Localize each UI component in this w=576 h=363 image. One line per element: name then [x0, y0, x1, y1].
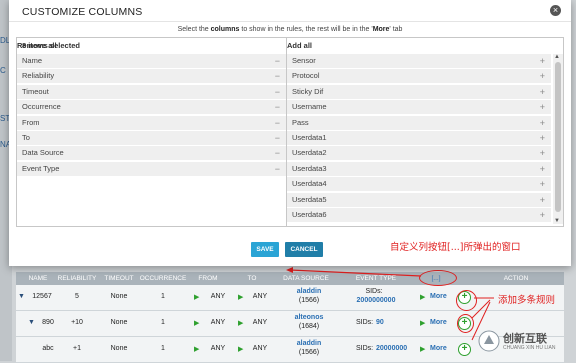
annotation-add-rules: 添加多条规则	[498, 295, 556, 306]
add-icon[interactable]: +	[540, 85, 545, 99]
column-label: Username	[292, 102, 327, 112]
column-label: Reliability	[22, 71, 55, 81]
column-label: Pass	[292, 117, 309, 127]
scrollbar[interactable]: ▲ ▼	[553, 54, 563, 224]
selected-column-item[interactable]: From −	[17, 115, 286, 131]
remove-icon[interactable]: −	[275, 69, 280, 83]
customize-columns-dialog: CUSTOMIZE COLUMNS × Select the columns t…	[9, 0, 571, 266]
available-column-item[interactable]: Sensor +	[287, 54, 551, 69]
dialog-instruction: Select the columns to show in the rules,…	[177, 26, 403, 33]
remove-icon[interactable]: −	[275, 116, 280, 130]
column-label: Userdata1	[292, 133, 327, 142]
watermark-logo: 创新互联 CHUANG XIN HU LIAN	[478, 324, 574, 358]
column-label: Occurrence	[22, 102, 61, 112]
annotation-circle	[456, 290, 477, 311]
available-column-item[interactable]: Sticky Dif +	[287, 84, 551, 100]
remove-icon[interactable]: −	[275, 146, 280, 160]
column-label: Userdata5	[292, 194, 327, 204]
add-icon[interactable]: +	[540, 116, 545, 130]
close-icon[interactable]: ×	[550, 5, 561, 16]
add-icon[interactable]: +	[540, 162, 545, 176]
available-column-item[interactable]: Userdata5 +	[287, 192, 551, 208]
column-label: Userdata4	[292, 179, 327, 189]
watermark-name: 创新互联	[503, 332, 547, 345]
scroll-up-icon[interactable]: ▲	[554, 54, 560, 60]
selected-column-item[interactable]: Timeout −	[17, 84, 286, 100]
column-label: Event Type	[22, 163, 60, 173]
available-column-item[interactable]: Userdata6 +	[287, 208, 551, 223]
add-icon[interactable]: +	[540, 100, 545, 114]
available-column-item[interactable]: Username +	[287, 100, 551, 116]
cancel-button[interactable]: CANCEL	[285, 242, 323, 257]
save-button[interactable]: SAVE	[251, 242, 279, 257]
remove-icon[interactable]: −	[275, 162, 280, 176]
add-icon[interactable]: +	[540, 177, 545, 191]
available-column-item[interactable]: Userdata3 +	[287, 161, 551, 177]
add-icon[interactable]: +	[540, 193, 545, 207]
column-label: From	[22, 117, 40, 127]
selected-column-item[interactable]: Name −	[17, 54, 286, 69]
selected-column-item[interactable]: Occurrence −	[17, 100, 286, 116]
add-icon[interactable]: +	[540, 69, 545, 83]
remove-icon[interactable]: −	[275, 54, 280, 68]
available-columns-panel: Add all Sensor + Protocol + Sticky Dif + Usern…	[286, 37, 564, 227]
scroll-down-icon[interactable]: ▼	[554, 218, 560, 224]
column-label: Sensor	[292, 56, 316, 65]
column-label: Protocol	[292, 71, 320, 81]
add-icon[interactable]: +	[540, 146, 545, 160]
selected-column-item[interactable]: To −	[17, 131, 286, 146]
column-label: Timeout	[22, 86, 49, 96]
dialog-title: CUSTOMIZE COLUMNS	[22, 6, 143, 18]
selected-columns-panel: 8 items selected Remove all Name − Reliabi…	[16, 37, 287, 227]
selected-column-item[interactable]: Data Source −	[17, 146, 286, 162]
add-icon[interactable]: +	[540, 208, 545, 222]
column-label: Userdata3	[292, 163, 327, 173]
annotation-popup-note: 自定义列按钮[...]所弹出的窗口	[390, 242, 521, 253]
column-label: Sticky Dif	[292, 86, 324, 96]
add-icon[interactable]: +	[540, 131, 545, 145]
available-column-item[interactable]: Userdata4 +	[287, 177, 551, 193]
scrollbar-thumb[interactable]	[555, 62, 561, 212]
remove-icon[interactable]: −	[275, 85, 280, 99]
column-label: To	[22, 133, 30, 142]
add-all-button[interactable]: Add all	[287, 38, 557, 54]
column-label: Name	[22, 56, 43, 65]
add-icon[interactable]: +	[540, 54, 545, 68]
selected-column-item[interactable]: Reliability −	[17, 69, 286, 85]
annotation-circle	[457, 314, 474, 333]
available-column-item[interactable]: Userdata1 +	[287, 131, 551, 146]
column-label: Userdata6	[292, 210, 327, 219]
column-label: Data Source	[22, 148, 64, 158]
available-column-item[interactable]: Userdata2 +	[287, 146, 551, 162]
watermark-sub: CHUANG XIN HU LIAN	[503, 345, 556, 351]
divider	[9, 21, 571, 22]
logo-icon	[478, 330, 500, 352]
selected-column-item[interactable]: Event Type −	[17, 161, 286, 177]
available-column-item[interactable]: Pass +	[287, 115, 551, 131]
remove-icon[interactable]: −	[275, 131, 280, 145]
available-column-item[interactable]: Protocol +	[287, 69, 551, 85]
remove-all-button[interactable]: Remove all	[17, 38, 280, 54]
column-label: Userdata2	[292, 148, 327, 158]
remove-icon[interactable]: −	[275, 100, 280, 114]
